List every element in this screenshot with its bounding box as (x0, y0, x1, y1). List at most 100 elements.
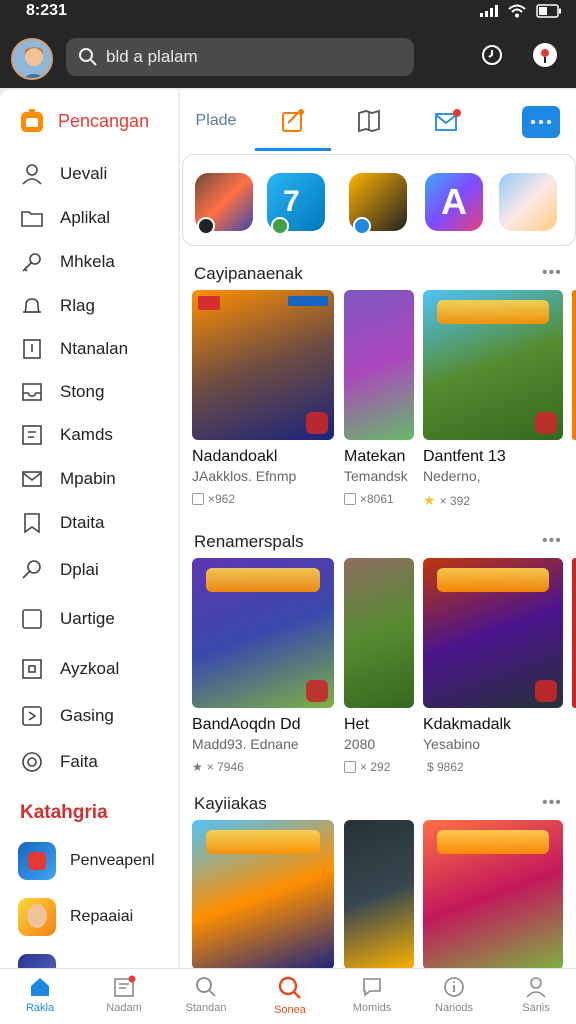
active-tab-indicator (255, 148, 331, 151)
avatar[interactable] (11, 38, 53, 80)
frame-icon (22, 659, 42, 679)
note-icon (282, 109, 304, 132)
app-thumbnail (344, 820, 414, 968)
history-button[interactable] (477, 40, 507, 70)
sidebar-item-8[interactable]: Mpabin (0, 459, 178, 499)
scroll-peek-card (572, 558, 576, 708)
sidebar-item-13[interactable]: Gasing (0, 696, 178, 736)
sidebar-item-7[interactable]: Kamds (0, 415, 178, 455)
news-icon (114, 975, 136, 997)
section-more-button[interactable]: ••• (542, 532, 562, 550)
scroll-peek-card (572, 290, 576, 440)
app-card[interactable] (344, 820, 414, 968)
app-thumbnail (192, 290, 334, 440)
category-app-icon (18, 954, 56, 968)
calendar-icon (344, 493, 356, 505)
tab-messages[interactable] (430, 104, 464, 138)
top-bar: bld a plalam (0, 26, 576, 88)
sidebar-item-11[interactable]: Uartige (0, 599, 178, 639)
featured-app-icon[interactable]: 7 (267, 173, 325, 235)
nav-profile[interactable]: Sanis (500, 975, 572, 1021)
discover-icon (278, 976, 301, 999)
category-item-3[interactable] (0, 948, 178, 968)
app-card[interactable]: Het 2080 × 292 (344, 558, 414, 774)
category-app-icon (18, 842, 56, 880)
mail-icon (22, 471, 42, 487)
bookmark-icon (24, 513, 40, 534)
sidebar-item-6[interactable]: Stong (0, 372, 178, 412)
home-icon (31, 978, 49, 996)
app-card[interactable]: BandAoqdn Dd Madd93. Ednane ★ × 7946 (192, 558, 334, 774)
target-icon (22, 752, 42, 772)
sidebar-item-9[interactable]: Dtaita (0, 503, 178, 543)
app-thumbnail (423, 820, 563, 968)
section-more-button[interactable]: ••• (542, 794, 562, 812)
app-thumbnail (423, 290, 563, 440)
sidebar-header[interactable]: Pencangan (0, 90, 178, 152)
app-card[interactable] (423, 820, 563, 968)
nav-search[interactable]: Standan (170, 975, 242, 1021)
section-title: Renamerspals (194, 532, 304, 551)
featured-app-icon[interactable] (195, 173, 253, 235)
tab-library[interactable] (352, 104, 386, 138)
category-app-icon (18, 898, 56, 936)
app-card[interactable]: Nadandoakl JAakklos. Efnmp ×962 (192, 290, 334, 506)
featured-app-icon[interactable] (499, 173, 557, 231)
grid-icon (22, 425, 42, 445)
category-item-2[interactable]: Repaaiai (0, 892, 178, 942)
sidebar-item-1[interactable]: Uevali (0, 154, 178, 194)
calendar-icon (344, 761, 356, 773)
app-card[interactable]: Kdakmadalk Yesabino $ 9862 (423, 558, 563, 774)
app-thumbnail (192, 558, 334, 708)
nav-news[interactable]: Nadam (88, 975, 160, 1021)
clock-icon (482, 45, 502, 65)
notifications-button[interactable] (530, 40, 560, 70)
person-icon (22, 164, 42, 185)
inbox-icon (22, 383, 42, 401)
app-card[interactable]: Matekan Temandsk ×8061 (344, 290, 414, 506)
search-bar[interactable]: bld a plalam (66, 38, 414, 76)
star-icon: ★ (423, 492, 436, 508)
folder-icon (21, 211, 43, 227)
category-item-1[interactable]: Penveapenl (0, 836, 178, 886)
mail-icon (435, 109, 461, 131)
key-icon (22, 253, 41, 272)
featured-app-icon[interactable]: A (425, 173, 483, 231)
sidebar-item-5[interactable]: Ntanalan (0, 329, 178, 369)
bell-icon (23, 298, 41, 313)
tab-bar: Plade (180, 90, 576, 152)
sidebar-item-3[interactable]: Mhkela (0, 242, 178, 282)
info-icon (444, 977, 464, 997)
sidebar-item-14[interactable]: Faita (0, 742, 178, 782)
status-bar: 8:231 (0, 0, 576, 26)
more-button[interactable] (522, 106, 560, 138)
app-card[interactable]: Dantfent 13 Nederno, ★ × 392 (423, 290, 563, 509)
profile-icon (526, 977, 546, 998)
sidebar-item-2[interactable]: Aplikal (0, 198, 178, 238)
nav-chats[interactable]: Momids (336, 975, 408, 1021)
app-card[interactable] (192, 820, 334, 968)
app-thumbnail (344, 558, 414, 708)
section-title: Cayipanaenak (194, 264, 303, 283)
compass-icon (22, 706, 42, 726)
sidebar-header-label: Pencangan (58, 110, 150, 131)
bottom-navigation: Rakla Nadam Standan Sonea Momids Nariods… (0, 968, 576, 1024)
sidebar-item-10[interactable]: Dplai (0, 550, 178, 590)
search-input[interactable]: bld a plalam (106, 47, 198, 67)
status-time: 8:231 (26, 2, 67, 19)
categories-title: Katahgria (20, 802, 108, 823)
tab-plade[interactable]: Plade (192, 104, 240, 138)
tab-notes[interactable] (276, 104, 310, 138)
search-icon (196, 977, 216, 997)
section-more-button[interactable]: ••• (542, 264, 562, 282)
sidebar-item-4[interactable]: Rlag (0, 286, 178, 326)
nav-info[interactable]: Nariods (418, 975, 490, 1021)
featured-app-icon[interactable] (349, 173, 407, 235)
app-thumbnail (192, 820, 334, 968)
section-title: Kayiiakas (194, 794, 267, 813)
app-thumbnail (344, 290, 414, 440)
sidebar-item-12[interactable]: Ayzkoal (0, 649, 178, 689)
nav-discover[interactable]: Sonea (254, 975, 326, 1021)
signal-icon (480, 5, 498, 17)
nav-home[interactable]: Rakla (4, 975, 76, 1021)
